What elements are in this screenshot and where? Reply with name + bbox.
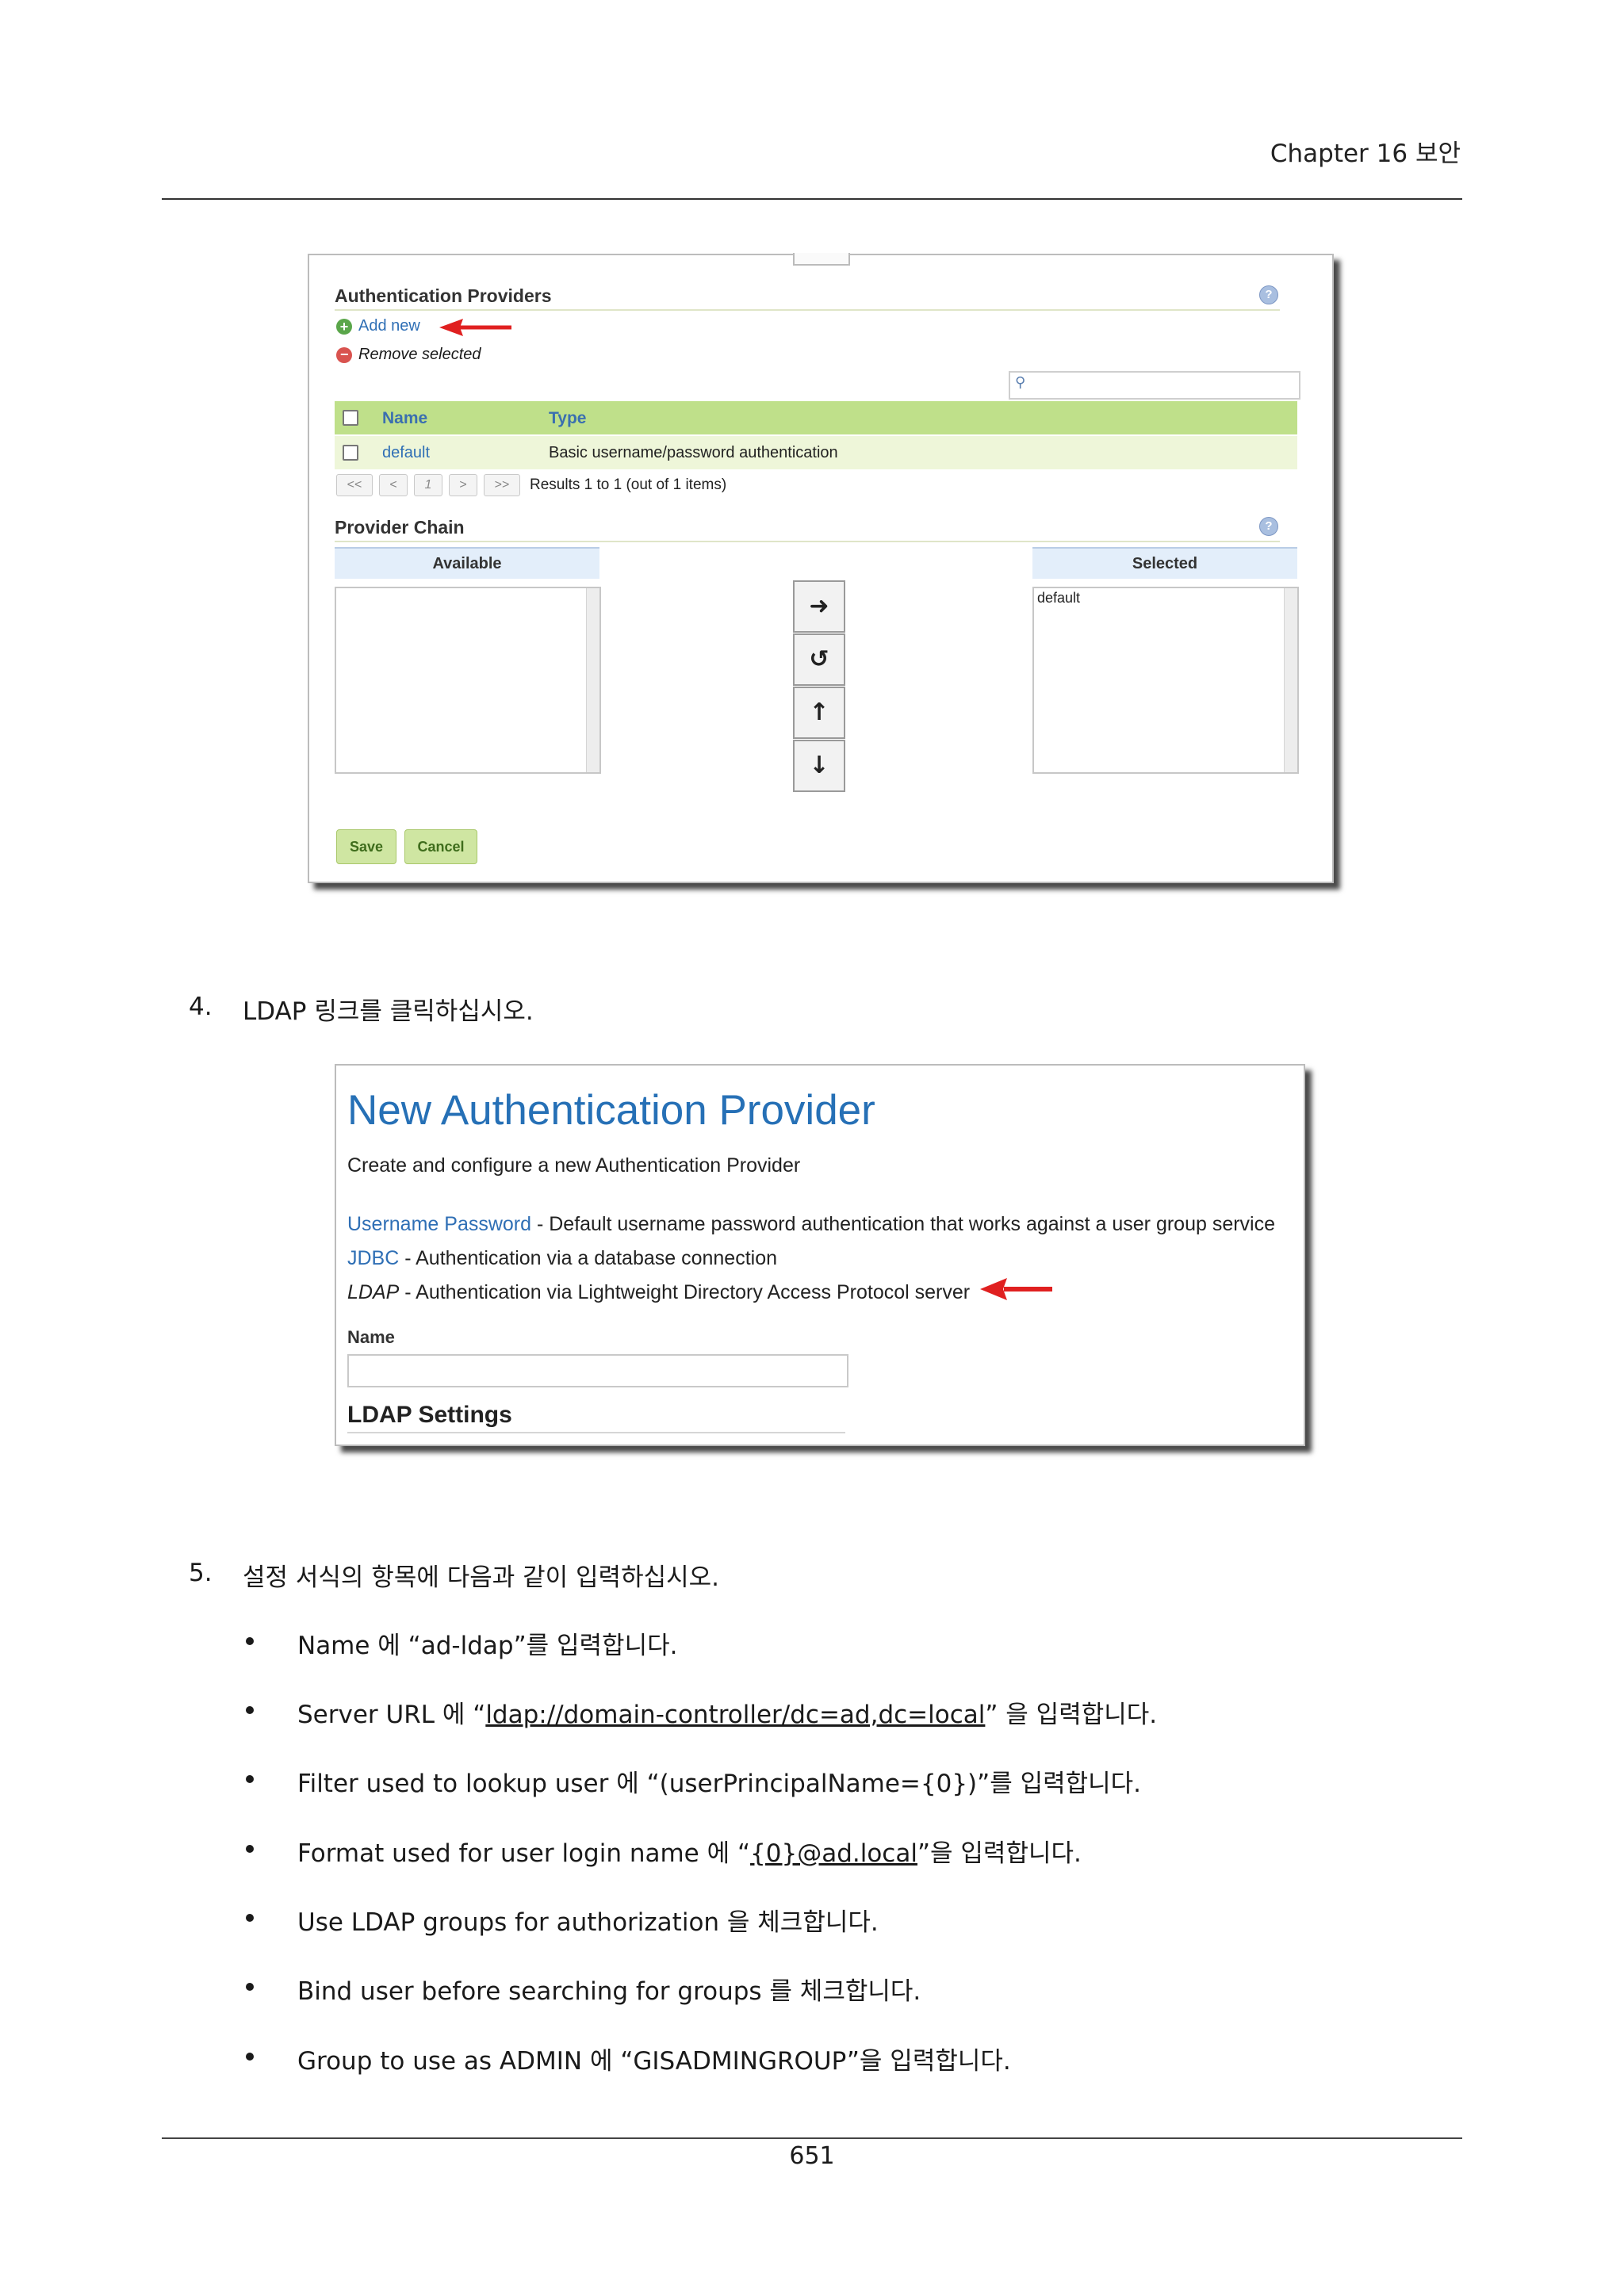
option-jdbc: JDBC - Authentication via a database con… [347, 1247, 777, 1270]
option-desc: - Authentication via a database connecti… [399, 1247, 778, 1269]
red-arrow-icon [980, 1278, 1052, 1300]
list-item: Bind user before searching for groups 를 … [297, 1977, 921, 2006]
screenshot-auth-providers: Authentication Providers ? + Add new − R… [308, 253, 1334, 883]
bullet-dot [246, 1845, 254, 1853]
pager-next[interactable]: > [449, 474, 477, 496]
row-type: Basic username/password authentication [549, 444, 838, 461]
name-label: Name [347, 1327, 395, 1347]
move-up-button[interactable]: ↑ [793, 687, 845, 739]
add-icon: + [336, 318, 352, 335]
remove-selected-link[interactable]: − Remove selected [336, 346, 481, 364]
bullet-dot [246, 1637, 254, 1645]
email-link[interactable]: {0}@ad.local [750, 1839, 917, 1868]
url-link[interactable]: ldap://domain-controller/dc=ad,dc=local [485, 1701, 985, 1729]
add-new-link[interactable]: + Add new [336, 317, 420, 335]
page-title: New Authentication Provider [347, 1087, 875, 1134]
screenshot-new-auth-provider: New Authentication Provider Create and c… [335, 1064, 1305, 1446]
bullet-dot [246, 1983, 254, 1991]
row-checkbox[interactable] [343, 445, 358, 461]
tab-handle [793, 253, 850, 266]
option-ldap: LDAP - Authentication via Lightweight Di… [347, 1281, 970, 1304]
list-item: Filter used to lookup user 에 “(userPrinc… [297, 1770, 1142, 1798]
scrollbar[interactable] [1284, 588, 1297, 772]
table-row: default Basic username/password authenti… [335, 436, 1297, 469]
pager-first[interactable]: << [336, 474, 373, 496]
remove-selected-label: Remove selected [358, 346, 481, 363]
red-arrow-icon [439, 319, 511, 336]
step-text: 설정 서식의 항목에 다음과 같이 입력하십시오. [243, 1563, 720, 1592]
cancel-button[interactable]: Cancel [404, 829, 477, 864]
search-icon: ⚲ [1015, 374, 1026, 391]
list-item[interactable]: default [1037, 590, 1080, 607]
add-new-label: Add new [358, 317, 420, 335]
available-list[interactable] [335, 587, 601, 774]
grid-header: Name Type [335, 401, 1297, 434]
remove-icon: − [336, 346, 352, 363]
bullet-dot [246, 1775, 254, 1783]
list-item: Server URL 에 “ldap://domain-controller/d… [297, 1701, 1158, 1729]
section-divider [335, 541, 1280, 542]
footer-rule [162, 2137, 1462, 2139]
option-desc: - Default username password authenticati… [531, 1213, 1276, 1235]
pager-last[interactable]: >> [484, 474, 520, 496]
list-item: Group to use as ADMIN 에 “GISADMINGROUP”을… [297, 2047, 1011, 2076]
pager-prev[interactable]: < [379, 474, 408, 496]
search-input[interactable]: ⚲ [1009, 371, 1300, 400]
username-password-link[interactable]: Username Password [347, 1213, 531, 1235]
col-type[interactable]: Type [549, 409, 586, 428]
ldap-settings-heading: LDAP Settings [347, 1402, 512, 1428]
step-text: LDAP 링크를 클릭하십시오. [243, 997, 534, 1026]
help-icon[interactable]: ? [1259, 517, 1278, 536]
name-input[interactable] [347, 1354, 848, 1387]
step-number: 4. [189, 993, 213, 1021]
bullet-dot [246, 1914, 254, 1922]
col-name[interactable]: Name [382, 409, 427, 428]
auth-providers-title: Authentication Providers [335, 285, 552, 306]
ldap-link[interactable]: LDAP [347, 1281, 399, 1303]
move-down-button[interactable]: ↓ [793, 740, 845, 792]
chapter-header: Chapter 16 보안 [1270, 140, 1461, 168]
available-header: Available [335, 547, 599, 579]
selected-list[interactable]: default [1032, 587, 1299, 774]
option-username-password: Username Password - Default username pas… [347, 1213, 1275, 1236]
pager: << < 1 > >> Results 1 to 1 (out of 1 ite… [336, 474, 726, 496]
jdbc-link[interactable]: JDBC [347, 1247, 399, 1269]
pager-page[interactable]: 1 [414, 474, 442, 496]
move-right-button[interactable]: ➜ [793, 580, 845, 633]
move-left-button[interactable]: ↺ [793, 633, 845, 686]
step-number: 5. [189, 1559, 213, 1587]
list-item: Format used for user login name 에 “{0}@a… [297, 1839, 1082, 1868]
save-button[interactable]: Save [336, 829, 396, 864]
scrollbar[interactable] [586, 588, 599, 772]
provider-chain-title: Provider Chain [335, 517, 465, 538]
section-divider [347, 1432, 845, 1433]
help-icon[interactable]: ? [1259, 285, 1278, 304]
page-number: 651 [789, 2142, 835, 2170]
list-item: Use LDAP groups for authorization 을 체크합니… [297, 1908, 879, 1937]
list-item: Name 에 “ad-ldap”를 입력합니다. [297, 1632, 678, 1660]
selected-header: Selected [1032, 547, 1297, 579]
select-all-checkbox[interactable] [343, 410, 358, 426]
pager-results: Results 1 to 1 (out of 1 items) [530, 476, 727, 493]
bullet-dot [246, 1706, 254, 1714]
option-desc: - Authentication via Lightweight Directo… [399, 1281, 971, 1303]
bullet-dot [246, 2053, 254, 2061]
page-subtitle: Create and configure a new Authenticatio… [347, 1154, 801, 1177]
section-divider [335, 309, 1280, 311]
header-rule [162, 198, 1462, 200]
row-name-link[interactable]: default [382, 444, 430, 462]
